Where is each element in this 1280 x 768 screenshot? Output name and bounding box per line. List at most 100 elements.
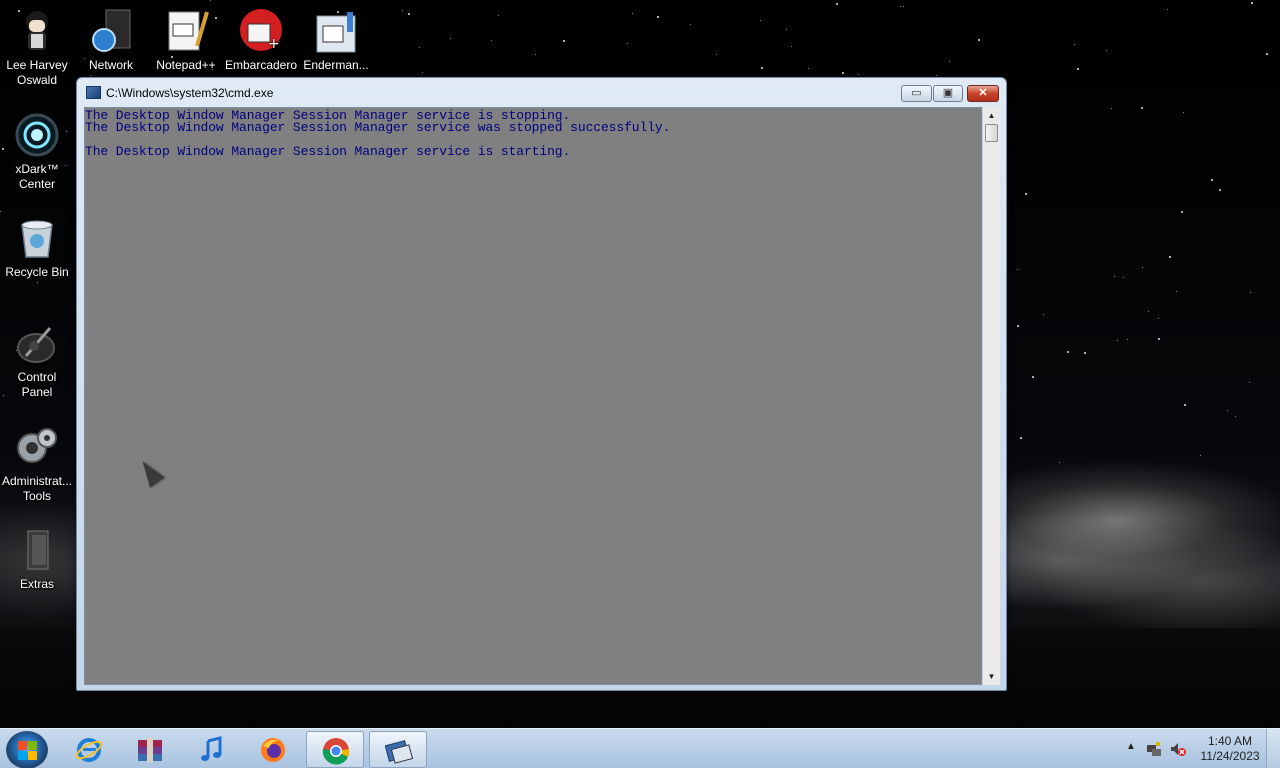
star (632, 13, 633, 14)
icon-label: Control (17, 370, 57, 384)
cmd-window-icon (385, 740, 413, 764)
desktop-icon-recycle-bin[interactable]: Recycle Bin (0, 215, 74, 280)
taskbar-internet-explorer[interactable] (60, 731, 118, 768)
icon-label: Enderman... (303, 58, 369, 72)
scroll-up-arrow-icon[interactable]: ▲ (983, 107, 1000, 124)
desktop-icon-extras[interactable]: Extras (0, 527, 74, 592)
firefox-icon (261, 738, 285, 762)
show-hidden-icons-icon[interactable]: ▲ (1126, 741, 1136, 752)
icon-label: Administrat... (1, 474, 73, 488)
icon-label: Panel (21, 385, 53, 399)
desktop-icon-control-panel[interactable]: Control Panel (0, 320, 74, 400)
star (936, 75, 937, 76)
close-button[interactable]: ✕ (967, 85, 999, 102)
taskbar-winrar[interactable] (121, 731, 179, 768)
star (760, 20, 761, 21)
star (1266, 53, 1268, 55)
cmd-window[interactable]: C:\Windows\system32\cmd.exe ▭ ▣ ✕ The De… (76, 77, 1007, 691)
star (1025, 193, 1027, 195)
star (978, 39, 980, 41)
clock-time: 1:40 AM (1207, 734, 1253, 748)
desktop-icon-xdark-center[interactable]: xDark™ Center (0, 112, 74, 192)
desktop-icon-notepad-plus-plus[interactable]: Notepad++ (149, 8, 223, 73)
star (450, 38, 451, 39)
maximize-button[interactable]: ▣ (933, 85, 963, 102)
recycle-bin-icon (14, 215, 60, 261)
star (90, 75, 91, 76)
clock-date: 11/24/2023 (1200, 749, 1260, 763)
star (842, 72, 844, 74)
star (1123, 277, 1124, 278)
user-figure-icon (14, 8, 60, 54)
star (1074, 44, 1075, 45)
star (949, 61, 950, 62)
star (657, 16, 659, 18)
icon-label: Network (88, 58, 133, 72)
star (498, 15, 499, 16)
network-tray-icon[interactable] (1146, 741, 1162, 757)
folder-icon (14, 527, 60, 573)
minimize-button[interactable]: ▭ (901, 85, 932, 102)
system-tray: ▲ 1:40 AM 11/24/2023 (1120, 729, 1280, 768)
scroll-down-arrow-icon[interactable]: ▼ (983, 668, 1000, 685)
icon-label: Tools (22, 489, 51, 503)
star (1117, 340, 1118, 341)
star (1127, 339, 1128, 340)
desktop-icon-embarcadero[interactable]: + Embarcadero (224, 8, 298, 73)
taskbar-itunes[interactable] (182, 731, 240, 768)
vertical-scrollbar[interactable]: ▲ ▼ (982, 107, 1000, 685)
star (1114, 276, 1115, 277)
star (1181, 211, 1183, 213)
star (1176, 291, 1177, 292)
console-output[interactable]: The Desktop Window Manager Session Manag… (84, 107, 982, 685)
taskbar-clock[interactable]: 1:40 AM 11/24/2023 (1194, 734, 1266, 764)
taskbar-chrome[interactable] (306, 731, 364, 768)
console-line: The Desktop Window Manager Session Manag… (85, 144, 571, 159)
icon-label: Notepad++ (156, 58, 216, 72)
start-button[interactable] (6, 731, 48, 768)
show-desktop-button[interactable] (1266, 729, 1280, 768)
star (1169, 256, 1171, 258)
star (1084, 352, 1086, 354)
star (1211, 179, 1213, 181)
admin-tools-icon (14, 424, 60, 470)
star (402, 10, 403, 11)
star (1017, 269, 1018, 270)
volume-muted-icon[interactable] (1170, 741, 1186, 757)
star (1235, 416, 1236, 417)
star (1043, 314, 1044, 315)
notepad-plus-plus-icon (163, 8, 209, 54)
star (786, 29, 787, 30)
star (1184, 404, 1186, 406)
taskbar-cmd[interactable] (369, 731, 427, 768)
window-titlebar[interactable]: C:\Windows\system32\cmd.exe ▭ ▣ ✕ (77, 78, 1006, 106)
icon-label: Extras (19, 577, 54, 591)
windows-logo-icon (18, 741, 38, 761)
icon-label: Embarcadero (224, 58, 298, 72)
star (627, 43, 628, 44)
winrar-icon (138, 738, 162, 762)
star (690, 24, 691, 25)
taskbar-firefox[interactable] (244, 731, 302, 768)
star (903, 6, 904, 7)
star (836, 3, 838, 5)
star (808, 68, 809, 69)
star (1167, 9, 1168, 10)
star (791, 46, 792, 47)
star (1020, 437, 1022, 439)
desktop-icon-network[interactable]: Network (74, 8, 148, 73)
icon-label: Oswald (16, 73, 57, 87)
scroll-thumb[interactable] (985, 124, 998, 142)
star (0, 211, 1, 212)
desktop-icon-lee-harvey-oswald[interactable]: Lee Harvey Oswald (0, 8, 74, 88)
desktop-icon-enderman[interactable]: Enderman... (299, 8, 373, 73)
internet-explorer-icon (75, 738, 103, 762)
star (210, 0, 211, 1)
icon-label: Recycle Bin (5, 265, 69, 279)
star (1219, 189, 1221, 191)
star (1251, 2, 1253, 4)
star (900, 6, 901, 7)
desktop-icon-administrative-tools[interactable]: Administrat... Tools (0, 424, 74, 504)
control-panel-icon (14, 320, 60, 366)
star (1017, 325, 1019, 327)
